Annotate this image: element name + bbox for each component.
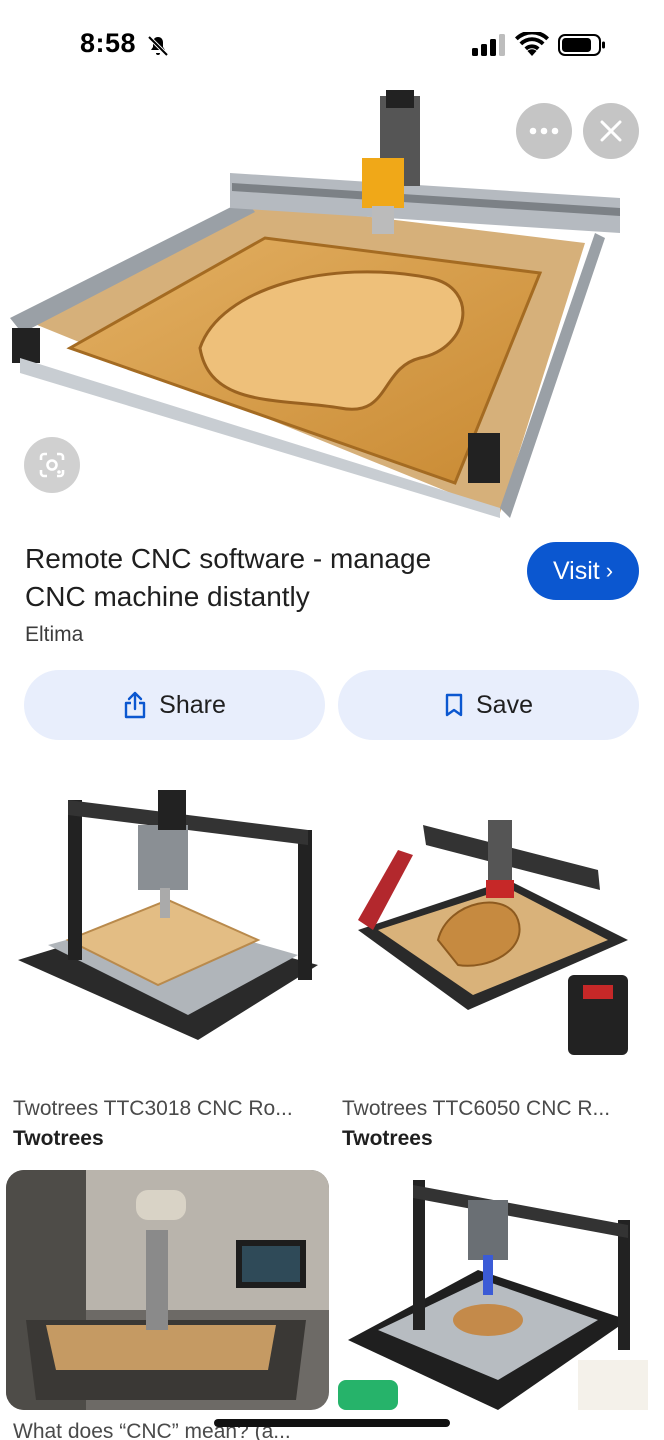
visit-button[interactable]: Visit › [527, 542, 639, 600]
result-title[interactable]: Remote CNC software - manage CNC machine… [25, 540, 495, 616]
lens-icon [39, 452, 65, 478]
home-indicator[interactable] [214, 1419, 450, 1427]
result-source: Eltima [25, 623, 84, 646]
related-source-1: Twotrees [13, 1127, 104, 1150]
bell-off-icon [147, 35, 169, 57]
cnc-machine-image [10, 90, 620, 518]
cnc-3018-image [18, 790, 318, 1040]
related-title-2[interactable]: Twotrees TTC6050 CNC R... [342, 1097, 658, 1121]
chevron-right-icon: › [605, 558, 614, 583]
close-button[interactable] [583, 103, 639, 159]
related-image-4[interactable] [338, 1170, 658, 1420]
share-button[interactable]: Share [24, 670, 325, 740]
cnc-workshop-image [6, 1170, 329, 1410]
cnc-6050-image [358, 820, 628, 1055]
save-button[interactable]: Save [338, 670, 639, 740]
related-image-3[interactable] [6, 1170, 329, 1410]
lens-button[interactable] [24, 437, 80, 493]
share-icon [124, 691, 146, 719]
share-label: Share [159, 690, 226, 719]
visit-label: Visit [552, 556, 600, 585]
save-label: Save [476, 690, 533, 719]
bookmark-icon [445, 693, 463, 717]
battery-icon [558, 34, 605, 56]
signal-icon [472, 34, 505, 56]
related-title-1[interactable]: Twotrees TTC3018 CNC Ro... [13, 1097, 329, 1121]
wifi-icon [515, 32, 549, 56]
status-time: 8:58 [80, 28, 137, 58]
more-button[interactable] [516, 103, 572, 159]
related-image-1[interactable] [8, 770, 328, 1080]
hero-image[interactable] [0, 88, 664, 518]
close-icon [600, 120, 622, 142]
more-icon [529, 127, 559, 135]
related-source-2: Twotrees [342, 1127, 433, 1150]
status-bar: 8:58 [0, 0, 664, 90]
related-image-2[interactable] [338, 770, 658, 1080]
cnc-laser-image [338, 1180, 648, 1410]
